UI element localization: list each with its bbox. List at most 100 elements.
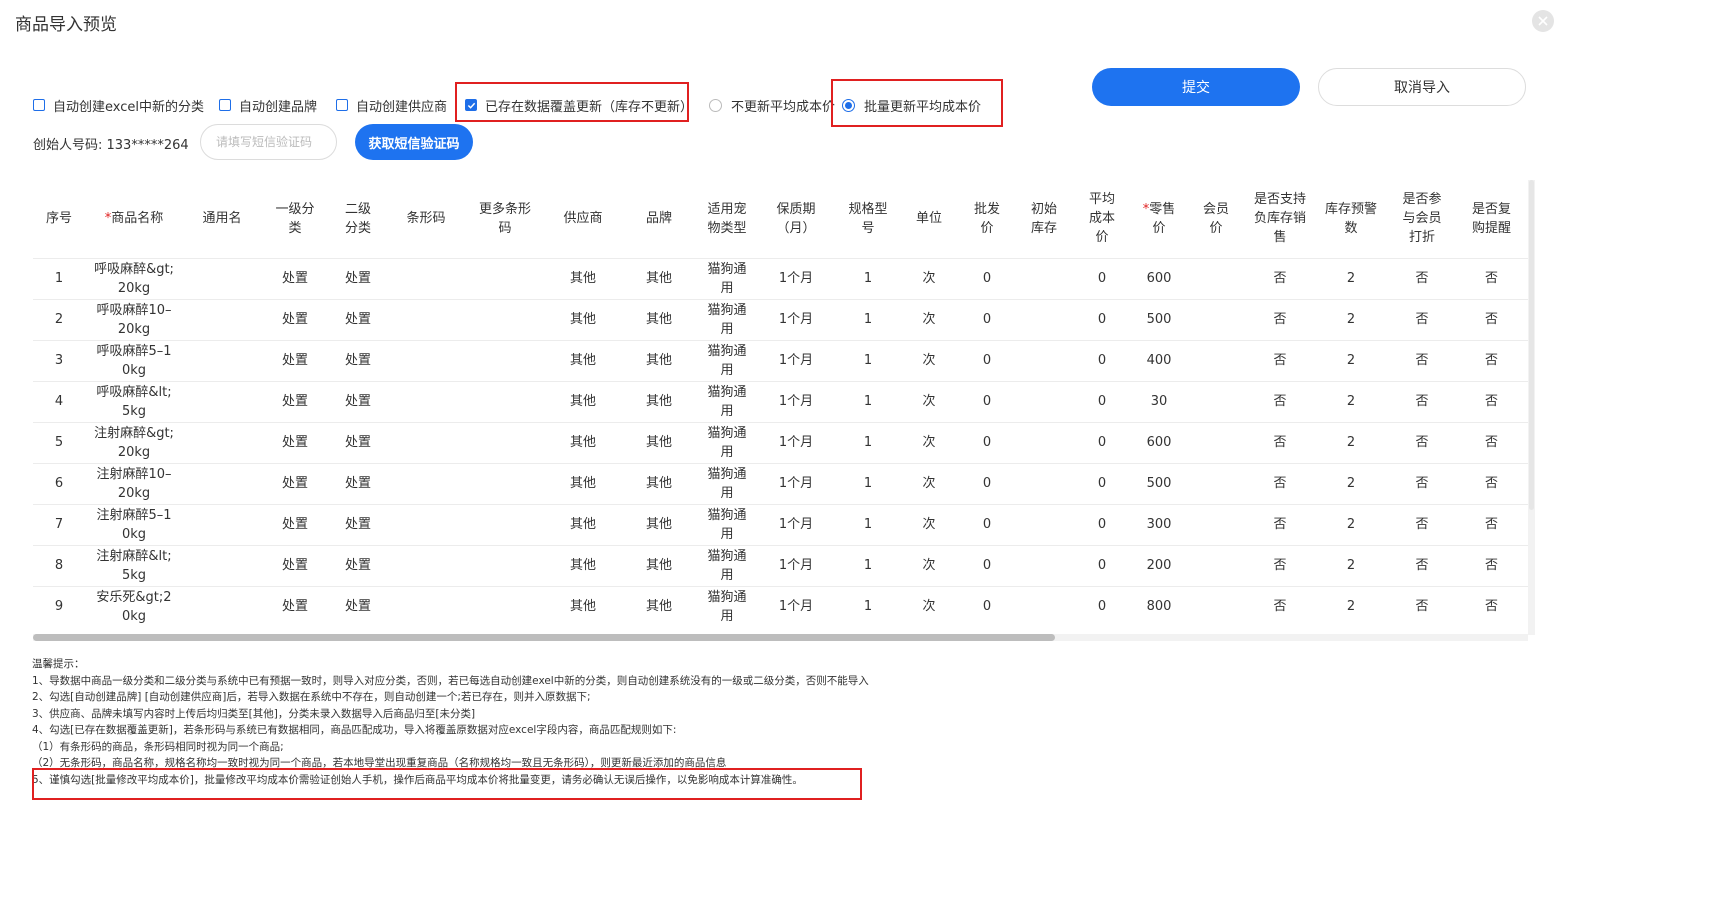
table-cell: 处置	[261, 503, 329, 545]
table-cell: 否	[1247, 339, 1313, 381]
table-cell: 0	[1071, 503, 1133, 545]
table-cell: 注射麻醉10– 20kg	[85, 462, 183, 504]
table-cell: 1	[33, 257, 85, 299]
table-cell: 30	[1133, 380, 1185, 422]
table-cell: 4	[33, 380, 85, 422]
table-cell: 次	[901, 339, 957, 381]
close-icon[interactable]	[1532, 10, 1554, 32]
table-cell: 1个月	[757, 585, 835, 627]
no-update-avg-cost-radio[interactable]: 不更新平均成本价	[709, 96, 835, 115]
column-header-label: 是否支持 负库存销 售	[1253, 192, 1306, 246]
table-row[interactable]: 7 注射麻醉5–1 0kg 处置 处置 其他 其他 猫狗通 用 1个月 1 次 0 0 300 否 2 否否	[33, 503, 1528, 545]
table-cell	[183, 421, 261, 463]
vertical-scrollbar-thumb[interactable]	[1529, 180, 1534, 510]
table-cell: 0	[957, 298, 1017, 340]
column-header-label: 是否复 购提醒	[1471, 201, 1511, 236]
column-header-label: 二级 分类	[344, 201, 371, 236]
table-row[interactable]: 2 呼吸麻醉10– 20kg 处置 处置 其他 其他 猫狗通 用 1个月 1 次 0 0 500 否 2 否否	[33, 298, 1528, 340]
preview-table-container[interactable]: 序号 *商品名称 通用名 一级分 类 二级 分类 条形码 更多条形 码 供应商 品牌 适用宠 物类…	[33, 180, 1528, 635]
highlight-box-batch-update	[831, 79, 1003, 127]
column-header: 品牌	[621, 180, 697, 258]
sms-code-input[interactable]	[200, 124, 337, 160]
table-cell: 0	[957, 339, 1017, 381]
table-cell	[387, 503, 465, 545]
column-header-label: 一级分 类	[275, 201, 315, 236]
table-cell: 1个月	[757, 503, 835, 545]
table-cell: 0	[1071, 298, 1133, 340]
table-row[interactable]: 1 呼吸麻醉&gt; 20kg 处置 处置 其他 其他 猫狗通 用 1个月 1 次 0 0 600 否 2 否…	[33, 257, 1528, 299]
table-cell: 否	[1247, 257, 1313, 299]
table-cell: 处置	[329, 544, 387, 586]
table-cell	[183, 257, 261, 299]
table-cell: 500	[1133, 462, 1185, 504]
get-sms-code-button[interactable]: 获取短信验证码	[355, 124, 473, 160]
table-cell: 其他	[621, 503, 697, 545]
table-cell: 处置	[261, 421, 329, 463]
table-cell: 安乐死&gt;2 0kg	[85, 585, 183, 627]
column-header-label: 零售 价	[1149, 201, 1176, 236]
table-cell: 0	[957, 257, 1017, 299]
table-cell: 处置	[329, 585, 387, 627]
table-row[interactable]: 4 呼吸麻醉&lt; 5kg 处置 处置 其他 其他 猫狗通 用 1个月 1 次 0 0 30 否 2 否否	[33, 380, 1528, 422]
table-cell: 400	[1133, 339, 1185, 381]
table-cell: 否	[1389, 257, 1455, 299]
horizontal-scrollbar-thumb[interactable]	[33, 634, 1055, 641]
auto-brand-label: 自动创建品牌	[239, 99, 318, 115]
table-cell: 1个月	[757, 339, 835, 381]
table-cell	[1185, 544, 1247, 586]
table-cell: 次	[901, 257, 957, 299]
table-cell	[1017, 503, 1071, 545]
column-header-label: 初始 库存	[1030, 201, 1057, 236]
column-header: 适用宠 物类型	[697, 180, 757, 258]
table-cell: 0	[1071, 257, 1133, 299]
table-cell: 1	[835, 298, 901, 340]
table-cell: 猫狗通 用	[697, 462, 757, 504]
table-cell: 1个月	[757, 298, 835, 340]
column-header-label: 品牌	[645, 211, 672, 227]
table-cell: 呼吸麻醉5–1 0kg	[85, 339, 183, 381]
auto-supplier-label: 自动创建供应商	[356, 99, 448, 115]
table-cell: 2	[1313, 380, 1389, 422]
table-row[interactable]: 8 注射麻醉&lt; 5kg 处置 处置 其他 其他 猫狗通 用 1个月 1 次 0 0 200 否 2 否否	[33, 544, 1528, 586]
column-header-label: 保质期 （月）	[776, 201, 816, 236]
table-cell: 处置	[329, 421, 387, 463]
table-cell: 猫狗通 用	[697, 339, 757, 381]
column-header: 更多条形 码	[465, 180, 545, 258]
table-cell	[465, 503, 545, 545]
column-header: 是否支持 负库存销 售	[1247, 180, 1313, 258]
auto-supplier-checkbox[interactable]: 自动创建供应商	[336, 96, 448, 115]
submit-button[interactable]: 提交	[1092, 68, 1300, 106]
table-cell: 否	[1455, 298, 1528, 340]
table-cell: 2	[1313, 421, 1389, 463]
table-cell: 0	[1071, 585, 1133, 627]
table-cell: 注射麻醉5–1 0kg	[85, 503, 183, 545]
table-row[interactable]: 3 呼吸麻醉5–1 0kg 处置 处置 其他 其他 猫狗通 用 1个月 1 次 0 0 400 否 2 否否	[33, 339, 1528, 381]
table-cell: 3	[33, 339, 85, 381]
table-body: 1 呼吸麻醉&gt; 20kg 处置 处置 其他 其他 猫狗通 用 1个月 1 次 0 0 600 否 2 否…	[33, 257, 1528, 627]
table-cell: 1个月	[757, 257, 835, 299]
table-row[interactable]: 5 注射麻醉&gt; 20kg 处置 处置 其他 其他 猫狗通 用 1个月 1 次 0 0 600 否 2 否…	[33, 421, 1528, 463]
table-cell: 否	[1247, 503, 1313, 545]
table-cell: 否	[1455, 257, 1528, 299]
table-row[interactable]: 9 安乐死&gt;2 0kg 处置 处置 其他 其他 猫狗通 用 1个月 1 次 0 0 800 否 2 否否	[33, 585, 1528, 627]
column-header: 会员 价	[1185, 180, 1247, 258]
auto-category-label: 自动创建excel中新的分类	[53, 99, 204, 115]
table-cell: 处置	[261, 298, 329, 340]
table-row[interactable]: 6 注射麻醉10– 20kg 处置 处置 其他 其他 猫狗通 用 1个月 1 次 0 0 500 否 2 否否	[33, 462, 1528, 504]
checkbox-icon	[33, 99, 45, 111]
cancel-import-button[interactable]: 取消导入	[1318, 68, 1526, 106]
table-cell: 否	[1455, 585, 1528, 627]
table-cell	[1185, 503, 1247, 545]
table-cell: 其他	[545, 380, 621, 422]
column-header: 条形码	[387, 180, 465, 258]
table-cell: 0	[1071, 544, 1133, 586]
auto-category-checkbox[interactable]: 自动创建excel中新的分类	[33, 96, 204, 115]
table-cell: 0	[957, 421, 1017, 463]
auto-brand-checkbox[interactable]: 自动创建品牌	[219, 96, 318, 115]
table-cell	[1185, 257, 1247, 299]
table-cell	[465, 298, 545, 340]
table-cell: 处置	[329, 462, 387, 504]
table-cell	[465, 380, 545, 422]
table-cell: 1个月	[757, 380, 835, 422]
column-header-label: 会员 价	[1202, 201, 1229, 236]
